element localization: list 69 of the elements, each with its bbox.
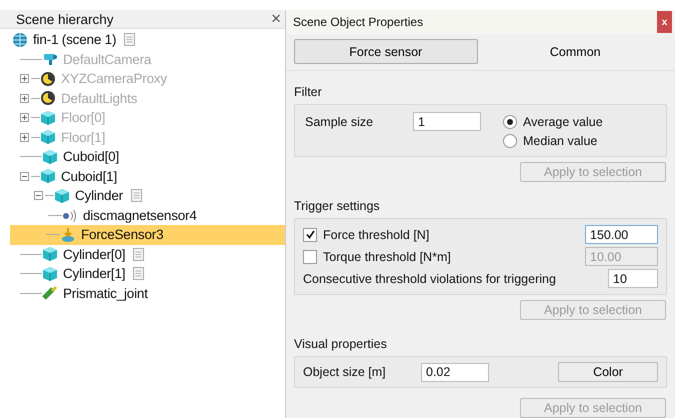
tree-item[interactable]: Cylinder	[12, 186, 285, 206]
radio-option[interactable]: Median value	[503, 134, 598, 148]
close-button[interactable]: ×	[271, 11, 281, 27]
joint-icon	[42, 285, 58, 302]
cube-icon	[40, 129, 56, 146]
tab[interactable]: Force sensor	[294, 39, 478, 64]
input-field[interactable]: 0.02	[421, 362, 489, 382]
tree-item[interactable]: Cuboid[0]	[12, 147, 285, 166]
field-label: Consecutive threshold violations for triggering	[303, 272, 556, 286]
cube-icon	[40, 110, 56, 126]
field-label: Sample size	[305, 114, 374, 128]
script-icon	[133, 248, 144, 261]
tree-item[interactable]: Prismatic_joint	[12, 284, 285, 303]
tree-item[interactable]: Cylinder[0]	[12, 244, 285, 264]
item-label: DefaultCamera	[63, 52, 152, 67]
input-field[interactable]: 150.00	[585, 225, 658, 244]
item-label: Prismatic_joint	[63, 286, 148, 301]
check-icon	[306, 230, 314, 239]
item-label: ForceSensor3	[81, 227, 164, 242]
item-label: Cylinder[0]	[63, 246, 126, 262]
script-icon	[133, 267, 144, 280]
input-field[interactable]: 1	[413, 112, 481, 131]
plus-icon	[21, 94, 28, 102]
script-icon	[124, 33, 136, 46]
item-label: discmagnetsensor4	[83, 208, 197, 223]
item-label: Cuboid[1]	[61, 168, 117, 184]
cube-icon	[42, 148, 58, 165]
color-button[interactable]: Color	[558, 362, 658, 382]
collapse-toggle[interactable]	[20, 172, 29, 181]
cube-icon	[40, 168, 56, 184]
cube-icon	[54, 188, 70, 204]
item-label: XYZCameraProxy	[61, 71, 167, 86]
tab[interactable]: Common	[484, 39, 667, 64]
item-label: fin-1 (scene 1)	[33, 32, 116, 48]
tree-item[interactable]: Cuboid[1]	[12, 166, 285, 186]
item-label: Cylinder	[75, 188, 123, 204]
cube-icon	[42, 266, 58, 282]
tree-item[interactable]: ForceSensor3	[10, 225, 285, 244]
item-label: Cylinder[1]	[63, 266, 126, 282]
plus-icon	[21, 134, 28, 141]
item-label: DefaultLights	[61, 90, 138, 106]
tree-item[interactable]: discmagnetsensor4	[12, 206, 285, 225]
tree-item[interactable]: fin-1 (scene 1)	[12, 30, 285, 50]
item-label: Cuboid[0]	[63, 149, 119, 164]
camera-icon	[42, 51, 58, 68]
globe-icon	[12, 32, 28, 48]
plus-icon	[21, 75, 28, 82]
section-title: Trigger settings	[294, 199, 381, 213]
input-field[interactable]: 10	[608, 269, 658, 288]
script-icon	[130, 189, 142, 202]
plus-icon	[21, 114, 28, 122]
disc-icon	[40, 90, 56, 106]
radio-option[interactable]: Average value	[503, 114, 603, 128]
panel-title: Scene hierarchy	[16, 12, 114, 26]
window-title: Scene Object Properties	[293, 15, 424, 29]
item-label: Floor[0]	[61, 110, 106, 126]
sensor-icon	[62, 207, 78, 224]
checkbox-option[interactable]: Force threshold [N]	[303, 228, 430, 242]
force-sensor-icon	[60, 226, 76, 243]
disc-icon	[40, 70, 56, 87]
field-label: Object size [m]	[303, 365, 387, 379]
checkbox-option[interactable]: Torque threshold [N*m]	[303, 250, 451, 264]
item-label: Floor[1]	[61, 130, 106, 145]
section-title: Filter	[294, 85, 323, 99]
close-button[interactable]: x	[657, 11, 672, 33]
cube-icon	[42, 246, 58, 262]
collapse-toggle[interactable]	[34, 191, 43, 200]
tree-item[interactable]: Cylinder[1]	[12, 264, 285, 284]
section-title: Visual properties	[294, 337, 388, 351]
